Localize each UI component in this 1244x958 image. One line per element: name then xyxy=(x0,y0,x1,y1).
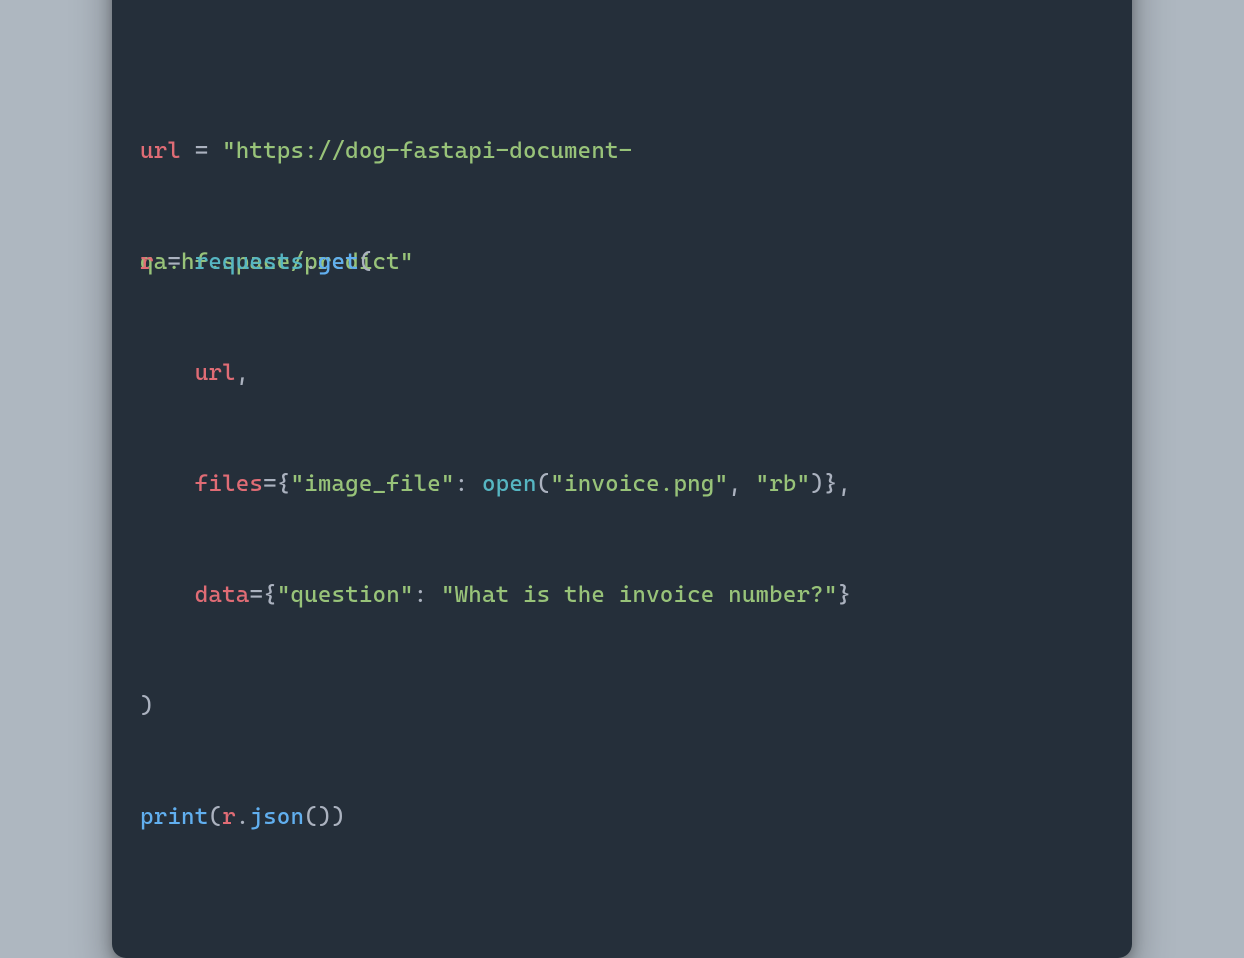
var-r: r xyxy=(140,249,154,275)
code-line: data={"question": "What is the invoice n… xyxy=(140,577,1104,614)
builtin-print: print xyxy=(140,804,208,830)
kwarg-files: files xyxy=(195,471,263,497)
layer-request-call: r = requests.get( xyxy=(140,244,373,281)
var-r: r xyxy=(222,804,236,830)
string-literal: "image_file" xyxy=(290,471,454,497)
kwarg-data: data xyxy=(195,582,250,608)
code-line-blank xyxy=(140,22,1104,59)
builtin-open: open xyxy=(482,471,537,497)
string-literal: "rb" xyxy=(756,471,811,497)
code-line: url, xyxy=(140,355,1104,392)
module-requests: requests xyxy=(195,249,304,275)
code-line-overlapped: qa.hf.space/predict" r = requests.get( xyxy=(140,244,1104,281)
method-get: get xyxy=(318,249,359,275)
string-literal: "invoice.png" xyxy=(550,471,728,497)
code-line: url = "https://dog-fastapi-document- xyxy=(140,133,1104,170)
code-line: print(r.json()) xyxy=(140,799,1104,836)
code-window: import requests url = "https://dog-fasta… xyxy=(112,0,1132,958)
var-url: url xyxy=(140,138,181,164)
method-json: json xyxy=(249,804,304,830)
code-block: import requests url = "https://dog-fasta… xyxy=(140,0,1104,910)
code-line: files={"image_file": open("invoice.png",… xyxy=(140,466,1104,503)
code-line: ) xyxy=(140,688,1104,725)
arg-url: url xyxy=(195,360,236,386)
string-literal: "https://dog-fastapi-document- xyxy=(222,138,632,164)
string-literal: "question" xyxy=(277,582,414,608)
string-literal: "What is the invoice number?" xyxy=(441,582,838,608)
